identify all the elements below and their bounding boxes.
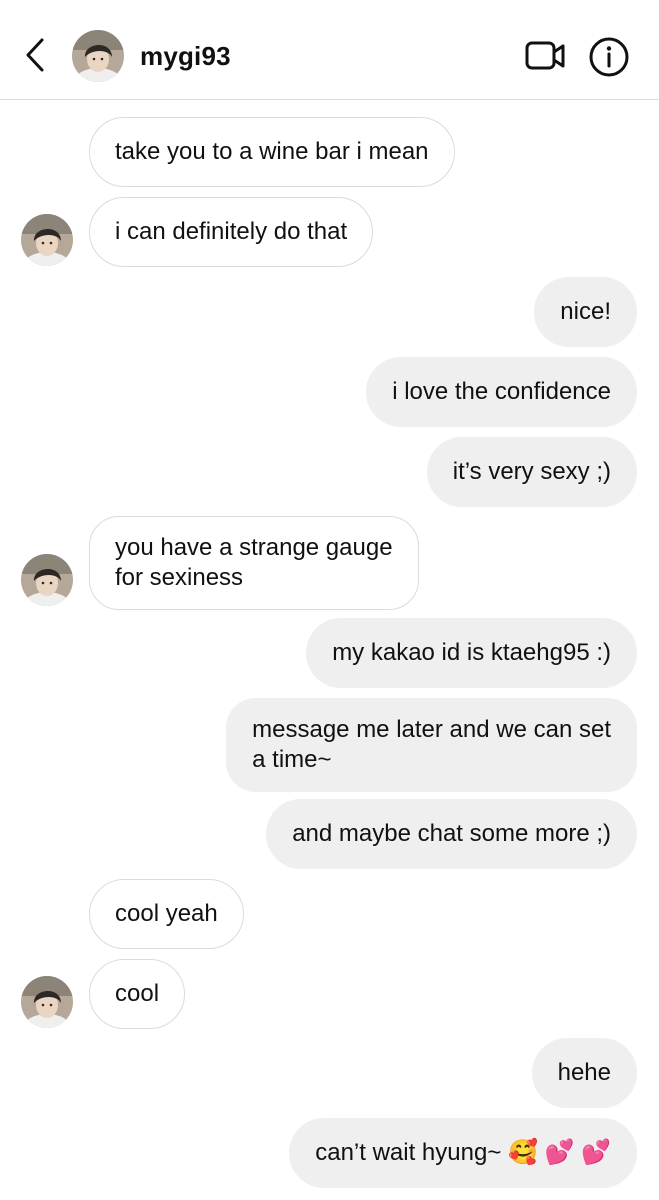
sender-avatar[interactable] — [21, 976, 73, 1028]
message-bubble[interactable]: i can definitely do that — [89, 197, 374, 267]
message-bubble[interactable]: message me later and we can set a time~ — [226, 698, 637, 792]
message-bubble[interactable]: i love the confidence — [366, 357, 637, 427]
info-icon — [589, 37, 629, 77]
info-button[interactable] — [588, 36, 630, 78]
chat-header: mygi93 — [0, 0, 659, 100]
sender-avatar[interactable] — [21, 554, 73, 606]
message-line: for sexiness — [115, 564, 244, 591]
message-thread[interactable]: take you to a wine bar i mean i can defi… — [0, 100, 659, 1200]
message-bubble[interactable]: my kakao id is ktaehg95 :) — [306, 618, 637, 688]
sender-avatar[interactable] — [21, 214, 73, 266]
message-bubble[interactable]: cool — [89, 959, 186, 1029]
username[interactable]: mygi93 — [140, 40, 231, 72]
video-camera-icon — [525, 41, 565, 70]
message-bubble[interactable]: take you to a wine bar i mean — [89, 117, 455, 187]
message-bubble[interactable]: cool yeah — [89, 879, 244, 949]
message-bubble[interactable]: nice! — [534, 277, 637, 347]
message-bubble[interactable]: and maybe chat some more ;) — [266, 799, 637, 869]
profile-avatar[interactable] — [72, 30, 124, 82]
back-button[interactable] — [18, 34, 54, 78]
message-line: message me later and we can set — [252, 716, 611, 743]
message-bubble[interactable]: hehe — [531, 1038, 637, 1108]
message-bubble[interactable]: it’s very sexy ;) — [426, 437, 637, 507]
message-bubble[interactable]: you have a strange gauge for sexiness — [89, 516, 419, 610]
message-line: a time~ — [252, 746, 332, 773]
chevron-left-icon — [26, 38, 44, 72]
message-bubble[interactable]: can’t wait hyung~ 🥰 💕 💕 — [289, 1118, 637, 1188]
message-line: you have a strange gauge — [115, 534, 393, 561]
video-call-button[interactable] — [524, 36, 568, 76]
